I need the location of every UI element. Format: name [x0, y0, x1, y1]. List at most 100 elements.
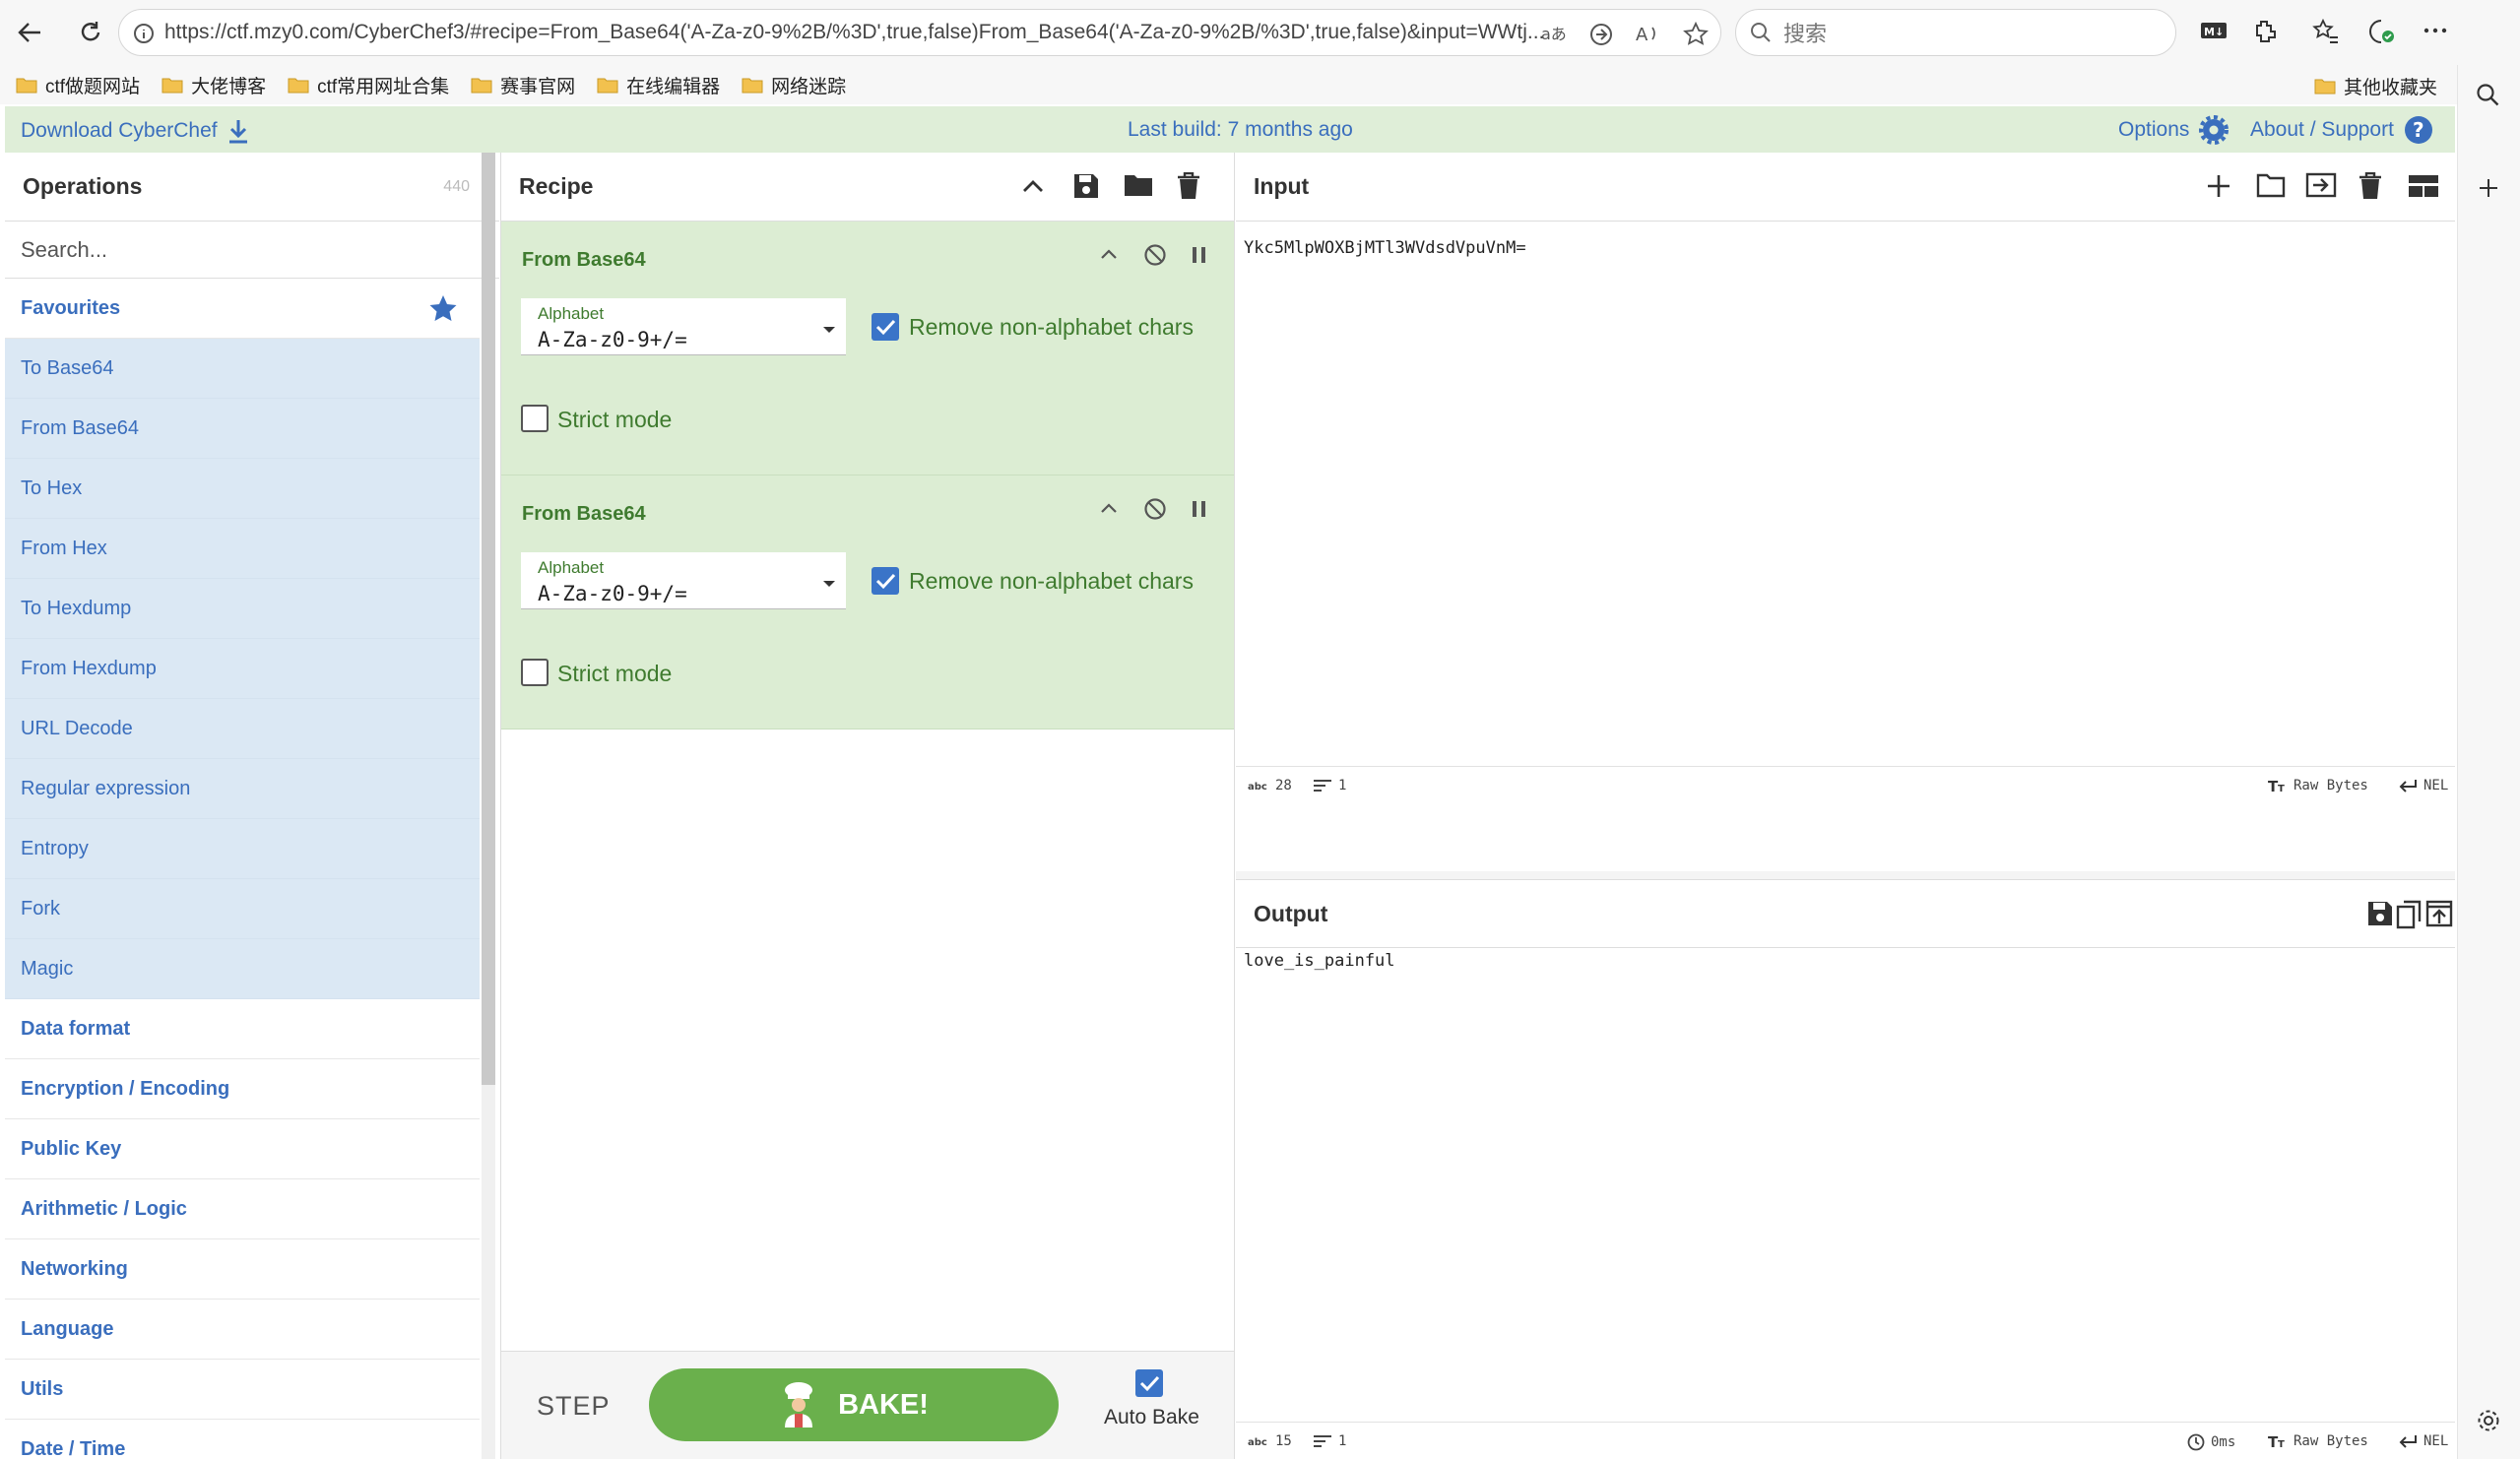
bookmark-folder[interactable]: 大佬博客: [162, 72, 266, 98]
dropdown-caret-icon[interactable]: [822, 580, 836, 588]
star-icon[interactable]: [428, 294, 458, 324]
search-icon[interactable]: [2476, 83, 2501, 108]
recipe-operation[interactable]: From Base64 Alphabet A-Za-z0-9+/= Remove no…: [501, 476, 1234, 730]
bookmark-folder[interactable]: ctf常用网址合集: [288, 72, 449, 98]
collapse-op-icon[interactable]: [1100, 501, 1118, 515]
bake-button[interactable]: BAKE!: [649, 1368, 1059, 1441]
read-aloud-icon[interactable]: A: [1636, 22, 1661, 45]
scrollbar-thumb[interactable]: [482, 153, 495, 1085]
disable-op-icon[interactable]: [1143, 243, 1167, 267]
options-link[interactable]: Options: [2118, 115, 2229, 145]
operation-category[interactable]: Utils: [5, 1360, 480, 1420]
options-label[interactable]: Options: [2118, 118, 2189, 142]
operation-category[interactable]: Encryption / Encoding: [5, 1059, 480, 1119]
markdown-ext-icon[interactable]: M↓: [2200, 18, 2228, 43]
operation-item[interactable]: Magic: [5, 939, 480, 999]
download-cyberchef-link[interactable]: Download CyberChef: [21, 118, 249, 144]
operation-item[interactable]: Entropy: [5, 819, 480, 879]
extensions-icon[interactable]: [2253, 18, 2281, 45]
breakpoint-pause-icon[interactable]: [1191, 245, 1208, 265]
operation-item[interactable]: Regular expression: [5, 759, 480, 819]
io-resize-divider[interactable]: [1236, 871, 2455, 879]
operation-category[interactable]: Date / Time: [5, 1420, 480, 1459]
checkmark-icon: [875, 573, 896, 590]
alphabet-select[interactable]: Alphabet A-Za-z0-9+/=: [521, 298, 846, 355]
bookmark-folder[interactable]: 赛事官网: [471, 72, 575, 98]
remove-non-alphabet-checkbox[interactable]: [872, 313, 899, 341]
operation-category[interactable]: Networking: [5, 1239, 480, 1300]
operations-scrollbar[interactable]: [482, 153, 495, 1459]
refresh-ext-icon[interactable]: [1588, 22, 1614, 47]
bookmark-folder[interactable]: ctf做题网站: [16, 72, 140, 98]
settings-gear-icon[interactable]: [2476, 1408, 2501, 1433]
operation-item[interactable]: To Hex: [5, 459, 480, 519]
translate-icon[interactable]: aあ: [1541, 22, 1567, 45]
add-icon[interactable]: [2476, 175, 2501, 201]
about-support-link[interactable]: About / Support ?: [2250, 115, 2433, 145]
input-eol-button[interactable]: NEL: [2398, 778, 2448, 793]
open-file-folder-icon[interactable]: [2256, 172, 2286, 198]
recipe-operation[interactable]: From Base64 Alphabet A-Za-z0-9+/= Remove no…: [501, 222, 1234, 476]
favorites-icon[interactable]: [2312, 18, 2340, 45]
bookmark-folder[interactable]: 在线编辑器: [597, 72, 720, 98]
clear-recipe-trash-icon[interactable]: [1177, 172, 1200, 200]
replace-input-icon[interactable]: [2425, 900, 2453, 927]
favorite-star-icon[interactable]: [1683, 22, 1709, 47]
operation-item[interactable]: From Base64: [5, 399, 480, 459]
input-length-value: 28: [1275, 778, 1292, 793]
bookmarks-bar: ctf做题网站 大佬博客 ctf常用网址合集 赛事官网 在线编辑器 网络迷踪 其…: [0, 65, 2520, 104]
operation-item[interactable]: From Hex: [5, 519, 480, 579]
breakpoint-pause-icon[interactable]: [1191, 499, 1208, 519]
output-textarea[interactable]: love_is_painful: [1244, 951, 1395, 971]
disable-op-icon[interactable]: [1143, 497, 1167, 521]
collapse-op-icon[interactable]: [1100, 247, 1118, 261]
operation-item[interactable]: To Base64: [5, 339, 480, 399]
category-favourites[interactable]: Favourites: [5, 279, 480, 339]
save-recipe-icon[interactable]: [1072, 172, 1100, 200]
open-folder-input-icon[interactable]: [2305, 172, 2337, 198]
url-text[interactable]: https://ctf.mzy0.com/CyberChef3/#recipe=…: [164, 21, 1543, 44]
text-format-icon: TT: [2268, 1433, 2285, 1449]
save-output-icon[interactable]: [2366, 900, 2394, 927]
checkmark-icon: [1139, 1375, 1160, 1392]
operation-item[interactable]: To Hexdump: [5, 579, 480, 639]
clear-input-trash-icon[interactable]: [2358, 172, 2382, 200]
reload-icon: [81, 22, 100, 41]
reset-layout-icon[interactable]: [2408, 174, 2439, 198]
browser-search-box[interactable]: 搜索: [1735, 9, 2176, 56]
strict-mode-checkbox[interactable]: [521, 659, 549, 686]
auto-bake-checkbox[interactable]: [1135, 1369, 1163, 1397]
operation-item[interactable]: URL Decode: [5, 699, 480, 759]
operations-search-input[interactable]: Search...: [5, 222, 499, 279]
more-menu-icon[interactable]: [2423, 18, 2448, 43]
operation-category[interactable]: Arithmetic / Logic: [5, 1179, 480, 1239]
collapse-all-icon[interactable]: [1021, 176, 1045, 196]
browser-essentials-icon[interactable]: [2367, 18, 2397, 45]
strict-mode-checkbox[interactable]: [521, 405, 549, 432]
operation-category[interactable]: Data format: [5, 999, 480, 1059]
bookmark-folder[interactable]: 网络迷踪: [742, 72, 846, 98]
load-recipe-folder-icon[interactable]: [1124, 172, 1153, 198]
site-info-icon[interactable]: [133, 22, 155, 45]
operation-category[interactable]: Public Key: [5, 1119, 480, 1179]
address-bar[interactable]: https://ctf.mzy0.com/CyberChef3/#recipe=…: [118, 9, 1721, 56]
copy-output-icon[interactable]: [2396, 900, 2423, 929]
input-encoding-button[interactable]: TT Raw Bytes: [2268, 778, 2368, 793]
input-textarea[interactable]: Ykc5MlpWOXBjMTl3WVdsdVpuVnM=: [1244, 238, 1526, 258]
operation-category[interactable]: Language: [5, 1300, 480, 1360]
step-button[interactable]: STEP: [537, 1391, 611, 1422]
other-bookmarks-folder[interactable]: 其他收藏夹: [2314, 73, 2437, 99]
add-tab-plus-icon[interactable]: [2207, 174, 2230, 198]
output-eol-button[interactable]: NEL: [2398, 1433, 2448, 1449]
reload-button[interactable]: [71, 13, 110, 52]
output-encoding-button[interactable]: TT Raw Bytes: [2268, 1433, 2368, 1449]
download-label[interactable]: Download CyberChef: [21, 119, 218, 143]
alphabet-select[interactable]: Alphabet A-Za-z0-9+/=: [521, 552, 846, 609]
operation-item[interactable]: From Hexdump: [5, 639, 480, 699]
about-label[interactable]: About / Support: [2250, 118, 2394, 142]
dropdown-caret-icon[interactable]: [822, 326, 836, 334]
operation-item[interactable]: Fork: [5, 879, 480, 939]
remove-non-alphabet-checkbox[interactable]: [872, 567, 899, 595]
back-button[interactable]: [10, 13, 49, 52]
text-length-icon: abc: [1248, 1437, 1267, 1447]
